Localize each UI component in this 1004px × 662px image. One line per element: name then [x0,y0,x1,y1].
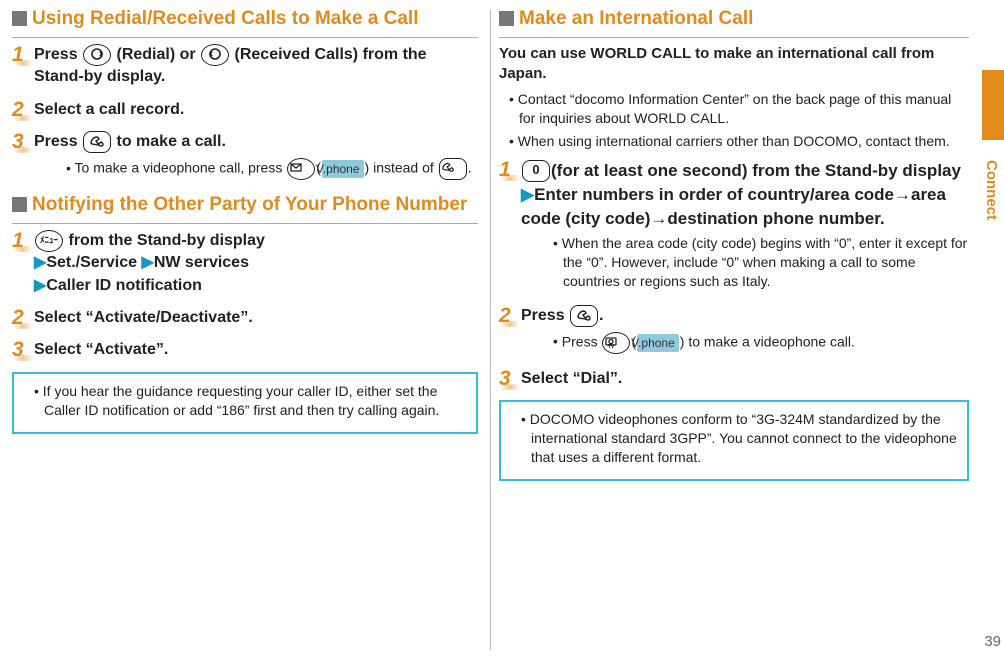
text: ) to make a videophone call. [680,333,855,349]
text: instead of [373,160,438,176]
text: To make a videophone call, press [75,160,287,176]
tab-label: Connect [983,160,1000,220]
step-1b: 1 ﾒﾆｭｰ from the Stand-by display ▶Set./S… [12,230,478,297]
heading-redial: Using Redial/Received Calls to Make a Ca… [12,8,478,31]
step-number: 1 [12,230,34,297]
step-text: Select a call record. [34,99,184,121]
heading-text: Using Redial/Received Calls to Make a Ca… [32,8,418,31]
heading-intl: Make an International Call [499,8,969,31]
vphone-chip: V.phone [637,334,679,352]
step-1: 1 Press (Redial) or (Received Calls) fro… [12,44,478,89]
right-column: Make an International Call You can use W… [491,0,981,662]
step-3b: 3 Select “Activate”. [12,339,478,361]
step-2b: 2 Select “Activate/Deactivate”. [12,307,478,329]
step-number: 3 [12,339,34,361]
received-left-icon [201,44,229,66]
bullet: When using international carriers other … [509,132,969,151]
page: Using Redial/Received Calls to Make a Ca… [0,0,1004,662]
step-r3: 3 Select “Dial”. [499,368,969,390]
menu-key-icon: ﾒﾆｭｰ [35,230,63,252]
step-text: Select “Dial”. [521,368,622,390]
step-number: 3 [499,368,521,390]
step-body: Press TV (V.phone) to make a videophone … [543,332,969,354]
rule [12,37,478,38]
step-3: 3 Press to make a call. To make a videop… [12,131,478,184]
text: to make a call. [117,133,226,150]
page-number: 39 [984,633,1001,650]
text: Press [34,46,82,63]
bullet: Press TV (V.phone) to make a videophone … [553,332,969,354]
left-column: Using Redial/Received Calls to Make a Ca… [0,0,490,662]
step-body: When the area code (city code) begins wi… [543,234,969,291]
arrow-icon: ▶ [34,254,46,271]
side-tab: Connect 39 [982,0,1004,662]
step-text: Press (Redial) or (Received Calls) from … [34,44,478,89]
note-box: DOCOMO videophones conform to “3G-324M s… [499,400,969,481]
intro-bullets: Contact “docomo Information Center” on t… [499,90,969,151]
step-text: ﾒﾆｭｰ from the Stand-by display ▶Set./Ser… [34,230,265,297]
bullet: Contact “docomo Information Center” on t… [509,90,969,128]
text: Press [521,307,569,324]
text: Set./Service [46,254,137,271]
call-key-icon [570,305,598,327]
text: Enter numbers in order of country/area c… [521,185,946,228]
step-number: 2 [12,307,34,329]
text: (Redial) or [117,46,201,63]
redial-right-icon [83,44,111,66]
heading-square-icon [499,11,514,26]
bullet: To make a videophone call, press (V.phon… [66,158,478,180]
step-number: 3 [12,131,34,184]
text: ) [365,160,374,176]
step-text: 0(for at least one second) from the Stan… [521,159,969,230]
arrow-icon: ▶ [521,185,534,204]
camera-key-icon: TV [602,332,630,354]
text: (for at least one second) from the Stand… [551,161,961,180]
step-text: Select “Activate”. [34,339,168,361]
text: Press [562,333,602,349]
step-body: To make a videophone call, press (V.phon… [56,158,478,180]
heading-notify: Notifying the Other Party of Your Phone … [12,194,478,217]
rule [12,223,478,224]
note-bullet: DOCOMO videophones conform to “3G-324M s… [521,410,957,467]
text: NW services [154,254,249,271]
heading-text: Make an International Call [519,8,753,31]
heading-text: Notifying the Other Party of Your Phone … [32,194,467,217]
step-r1: 1 0(for at least one second) from the St… [499,159,969,295]
zero-key-icon: 0 [522,160,550,182]
step-number: 2 [499,305,521,358]
note-bullet: If you hear the guidance requesting your… [34,382,466,420]
step-r2: 2 Press . Press TV (V.phone) to make a v… [499,305,969,358]
step-text: Press to make a call. [34,131,478,154]
step-text: Select “Activate/Deactivate”. [34,307,253,329]
heading-square-icon [12,11,27,26]
step-number: 1 [499,159,521,295]
text: Press [34,133,82,150]
call-key-icon [439,158,467,180]
text: from the Stand-by display [68,232,264,249]
arrow-icon: ▶ [142,254,154,271]
vphone-chip: V.phone [322,160,364,178]
mail-key-icon [287,158,315,180]
svg-text:TV: TV [608,344,615,349]
intro-text: You can use WORLD CALL to make an intern… [499,44,969,85]
arrow-icon: ▶ [34,277,46,294]
note-box: If you hear the guidance requesting your… [12,372,478,434]
text: . [599,307,603,324]
tab-highlight [982,70,1004,140]
step-text: Press . [521,305,969,328]
text: Caller ID notification [46,277,202,294]
bullet: When the area code (city code) begins wi… [553,234,969,291]
text: . [468,160,472,176]
step-number: 1 [12,44,34,89]
step-number: 2 [12,99,34,121]
step-2: 2 Select a call record. [12,99,478,121]
heading-square-icon [12,197,27,212]
rule [499,37,969,38]
call-key-icon [83,131,111,153]
